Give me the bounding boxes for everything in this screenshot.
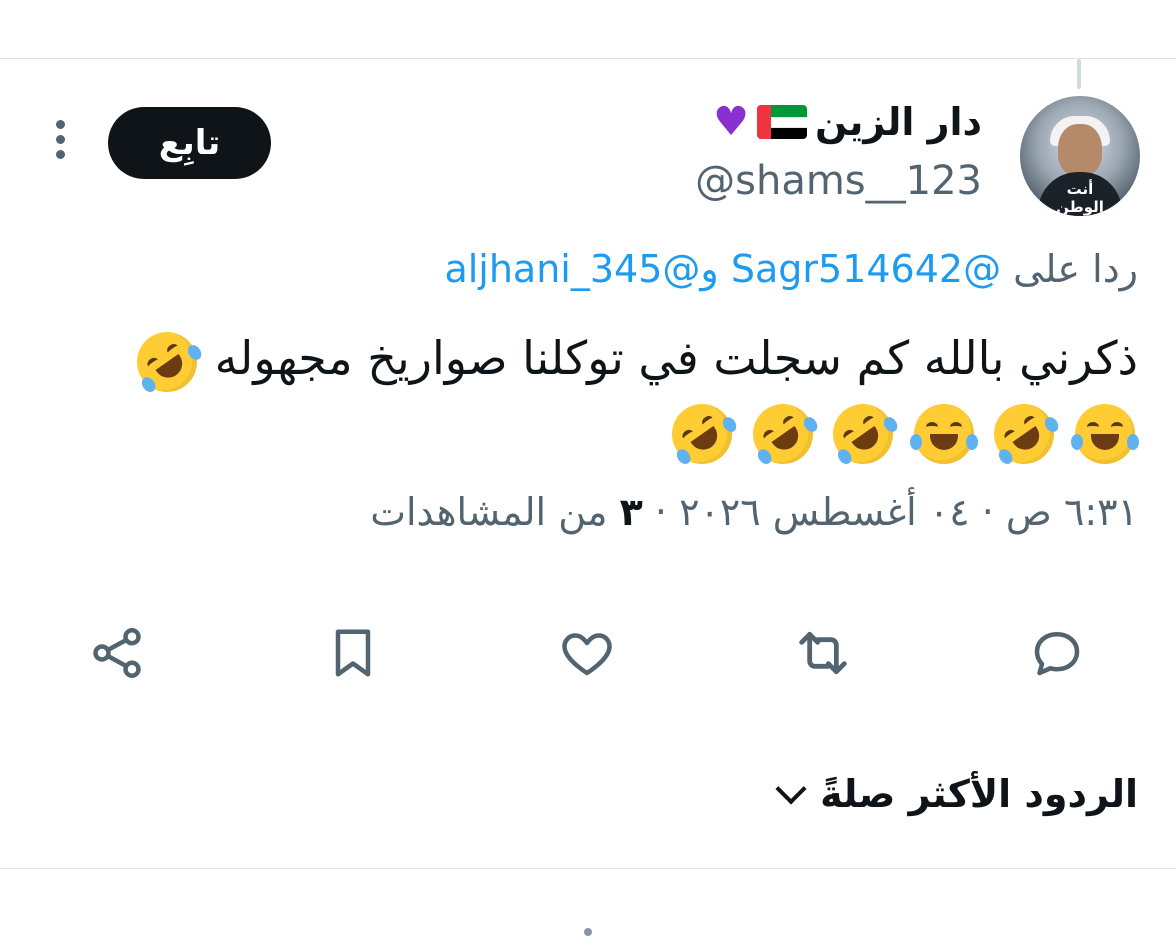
replies-sort-dropdown[interactable]: الردود الأكثر صلةً	[775, 772, 1138, 816]
reply-prefix: ردا على	[1013, 247, 1138, 291]
share-icon	[93, 628, 141, 678]
more-options-icon[interactable]	[52, 120, 68, 166]
face-with-tears-of-joy-icon	[909, 403, 978, 464]
purple-heart-icon: ♥	[713, 99, 749, 145]
tweet-body: ذكرني بالله كم سجلت في توكلنا صواريخ مجه…	[78, 319, 1139, 476]
bottom-divider	[0, 868, 1176, 869]
rolling-on-floor-laughing-icon	[821, 391, 905, 476]
author-handle[interactable]: @shams__123	[695, 158, 982, 204]
retweet-icon	[799, 631, 847, 675]
avatar-caption: أنت الوطن	[1056, 180, 1104, 216]
rolling-on-floor-laughing-icon	[125, 319, 209, 404]
rolling-on-floor-laughing-icon	[740, 391, 825, 476]
tweet-text: ذكرني بالله كم سجلت في توكلنا صواريخ مجه…	[214, 331, 1138, 385]
mention-link-2[interactable]: @aljhani_345	[444, 247, 700, 291]
tweet-date: ٠٤ أغسطس ٢٠٢٦	[679, 490, 970, 534]
author-avatar[interactable]: أنت الوطن	[1020, 96, 1140, 216]
views-count: ٣	[619, 490, 643, 534]
rolling-on-floor-laughing-icon	[660, 391, 744, 476]
tweet-line-1: ذكرني بالله كم سجلت في توكلنا صواريخ مجه…	[78, 319, 1138, 404]
heart-icon	[562, 633, 612, 676]
loading-dot-icon	[584, 928, 592, 936]
views-separator: ·	[654, 490, 667, 534]
tweet-line-2	[78, 391, 1139, 476]
views-label: من المشاهدات	[370, 490, 608, 534]
bookmark-icon	[335, 629, 371, 677]
tweet-timestamp[interactable]: ٦:٣١ ص · ٠٤ أغسطس ٢٠٢٦ · ٣ من المشاهدات	[370, 490, 1138, 534]
retweet-button[interactable]	[788, 618, 858, 688]
uae-flag-icon	[756, 105, 807, 139]
tweet-action-bar	[0, 618, 1176, 688]
display-name-text: دار الزين	[814, 100, 982, 144]
timestamp-separator: ·	[981, 490, 994, 534]
follow-button[interactable]: تابِع	[108, 107, 271, 179]
reply-button[interactable]	[1022, 618, 1092, 688]
bookmark-button[interactable]	[318, 618, 388, 688]
thread-connector-line	[1077, 59, 1081, 89]
mention-connector: و	[700, 247, 719, 291]
replies-sort-label: الردود الأكثر صلةً	[820, 772, 1138, 816]
top-divider	[0, 58, 1176, 59]
avatar-face	[1058, 124, 1102, 176]
share-button[interactable]	[82, 618, 152, 688]
mention-link-1[interactable]: @Sagr514642	[731, 247, 1001, 291]
face-with-tears-of-joy-icon	[1071, 403, 1139, 464]
chevron-down-icon	[775, 773, 807, 805]
reply-context: ردا على @Sagr514642 و@aljhani_345	[444, 247, 1138, 291]
reply-icon	[1034, 632, 1080, 676]
author-display-name[interactable]: دار الزين ♥	[713, 100, 982, 144]
like-button[interactable]	[552, 618, 622, 688]
rolling-on-floor-laughing-icon	[982, 391, 1067, 476]
tweet-time: ٦:٣١ ص	[1005, 490, 1138, 534]
